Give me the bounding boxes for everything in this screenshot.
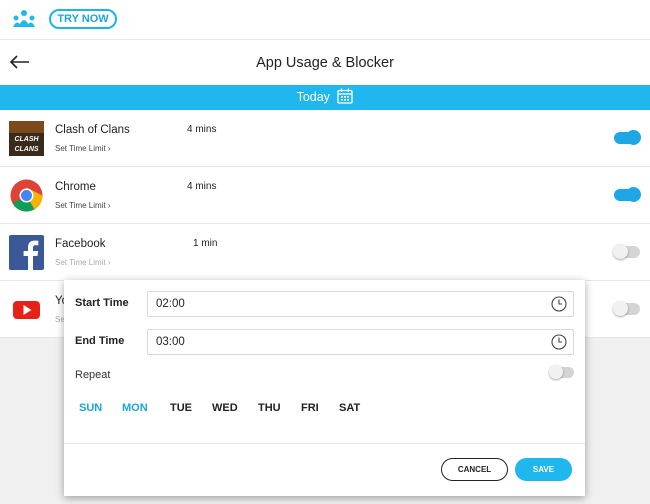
app-toggle[interactable] xyxy=(614,187,641,202)
page-header: App Usage & Blocker xyxy=(0,41,650,85)
repeat-toggle[interactable] xyxy=(549,365,574,379)
app-usage: 1 min xyxy=(193,238,218,249)
day-sun[interactable]: SUN xyxy=(79,402,102,414)
end-time-label: End Time xyxy=(75,335,125,347)
app-toggle[interactable] xyxy=(613,244,640,259)
toggle-knob xyxy=(549,365,563,379)
app-row-facebook: Facebook Set Time Limit › 1 min xyxy=(0,224,650,281)
app-usage: 4 mins xyxy=(187,124,217,135)
clash-of-clans-icon: CLASH CLANS xyxy=(9,121,44,156)
end-time-value: 03:00 xyxy=(156,336,185,348)
date-selector[interactable]: Today xyxy=(0,85,650,110)
app-toggle[interactable] xyxy=(613,301,640,316)
youtube-icon xyxy=(13,301,40,319)
toggle-knob xyxy=(626,187,641,202)
date-label: Today xyxy=(296,90,330,104)
app-row-clash-of-clans: CLASH CLANS Clash of Clans Set Time Limi… xyxy=(0,110,650,167)
day-sat[interactable]: SAT xyxy=(339,402,360,414)
calendar-icon[interactable] xyxy=(337,88,354,104)
app-name: Chrome xyxy=(55,181,96,193)
chrome-icon xyxy=(10,179,43,212)
page-title: App Usage & Blocker xyxy=(256,55,394,71)
try-now-button[interactable]: TRY NOW xyxy=(49,9,117,29)
top-bar: TRY NOW xyxy=(0,0,650,40)
date-bar: Today xyxy=(0,85,650,110)
family-logo-icon[interactable] xyxy=(12,9,36,29)
end-time-field[interactable]: 03:00 xyxy=(147,329,574,355)
app-name: Clash of Clans xyxy=(55,124,130,136)
facebook-icon xyxy=(9,235,44,270)
app-usage: 4 mins xyxy=(187,181,217,192)
start-time-label: Start Time xyxy=(75,297,129,309)
set-time-limit-link[interactable]: Set Time Limit › xyxy=(55,201,111,210)
day-tue[interactable]: TUE xyxy=(170,402,192,414)
toggle-knob xyxy=(626,130,641,145)
toggle-knob xyxy=(613,244,628,259)
app-toggle[interactable] xyxy=(614,130,641,145)
day-mon[interactable]: MON xyxy=(122,402,148,414)
start-time-value: 02:00 xyxy=(156,298,185,310)
day-wed[interactable]: WED xyxy=(212,402,238,414)
clash-logo-text: CLASH xyxy=(14,136,39,143)
time-limit-dialog: Start Time 02:00 End Time 03:00 Repeat S… xyxy=(64,280,585,496)
dialog-divider xyxy=(64,443,585,444)
day-thu[interactable]: THU xyxy=(258,402,281,414)
toggle-knob xyxy=(613,301,628,316)
clock-icon[interactable] xyxy=(551,334,567,350)
day-fri[interactable]: FRI xyxy=(301,402,319,414)
app-name: Facebook xyxy=(55,238,106,250)
svg-text:CLANS: CLANS xyxy=(14,146,38,153)
cancel-button[interactable]: CANCEL xyxy=(441,458,508,481)
app-row-chrome: Chrome Set Time Limit › 4 mins xyxy=(0,167,650,224)
set-time-limit-link[interactable]: Set Time Limit › xyxy=(55,258,111,267)
save-button[interactable]: SAVE xyxy=(515,458,572,481)
repeat-label: Repeat xyxy=(75,369,111,381)
clock-icon[interactable] xyxy=(551,296,567,312)
set-time-limit-link[interactable]: Set Time Limit › xyxy=(55,144,111,153)
start-time-field[interactable]: 02:00 xyxy=(147,291,574,317)
